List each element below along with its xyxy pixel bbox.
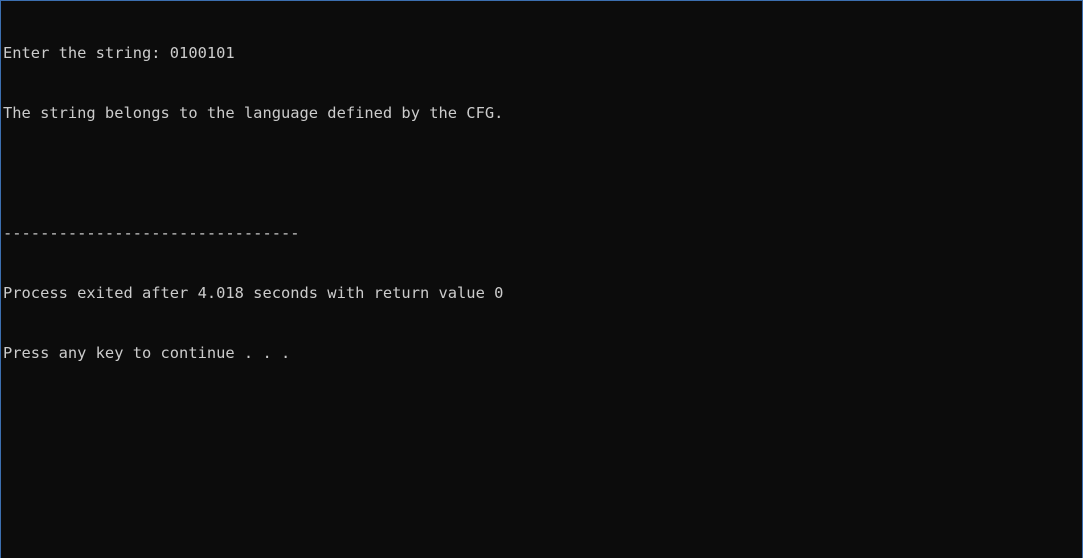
exit-status-line: Process exited after 4.018 seconds with … [3, 284, 504, 302]
console-output: Enter the string: 0100101 The string bel… [3, 3, 503, 403]
console-window[interactable]: Enter the string: 0100101 The string bel… [0, 0, 1083, 558]
prompt-line: Enter the string: 0100101 [3, 44, 235, 62]
separator-line: -------------------------------- [3, 224, 300, 242]
result-line: The string belongs to the language defin… [3, 104, 504, 122]
continue-prompt-line: Press any key to continue . . . [3, 344, 291, 362]
